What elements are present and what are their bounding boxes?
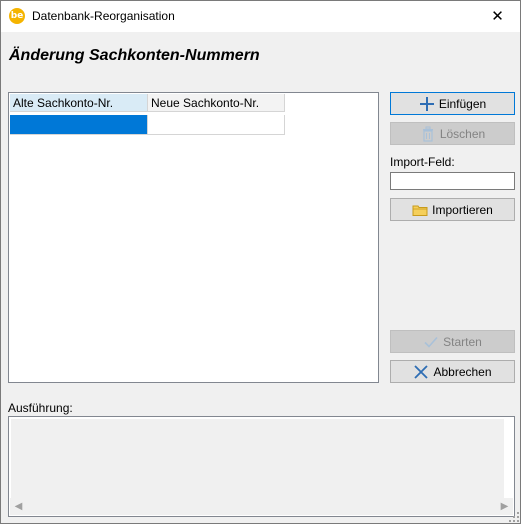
window-title: Datenbank-Reorganisation (32, 9, 175, 23)
account-mapping-grid[interactable]: Alte Sachkonto-Nr. Neue Sachkonto-Nr. (8, 92, 379, 383)
scroll-left-icon[interactable]: ◀ (10, 498, 27, 515)
cancel-button-label: Abbrechen (433, 364, 492, 379)
plus-icon (419, 96, 434, 111)
dialog-window: be Datenbank-Reorganisation ✕ Änderung S… (0, 0, 521, 524)
cancel-button[interactable]: Abbrechen (390, 360, 515, 383)
horizontal-scrollbar[interactable]: ◀ ▶ (10, 498, 513, 515)
trash-icon (422, 126, 433, 142)
x-icon (414, 364, 429, 379)
cell-new-account[interactable] (148, 115, 285, 135)
execution-output-text (11, 419, 504, 499)
delete-button-label: Löschen (439, 126, 486, 141)
start-button-label: Starten (443, 334, 482, 349)
import-field-input[interactable] (390, 172, 515, 190)
close-button[interactable]: ✕ (475, 1, 520, 32)
title-bar: be Datenbank-Reorganisation ✕ (1, 1, 520, 32)
app-logo-icon: be (9, 8, 25, 24)
delete-button[interactable]: Löschen (390, 122, 515, 145)
cell-old-account[interactable] (10, 115, 148, 135)
import-button[interactable]: Importieren (390, 198, 515, 221)
execution-label: Ausführung: (8, 401, 73, 415)
column-header-new-account[interactable]: Neue Sachkonto-Nr. (148, 94, 285, 112)
checkmark-icon (424, 336, 438, 348)
grid-header: Alte Sachkonto-Nr. Neue Sachkonto-Nr. (10, 94, 285, 112)
execution-output[interactable]: ◀ ▶ (8, 416, 515, 517)
insert-button[interactable]: Einfügen (390, 92, 515, 115)
import-button-label: Importieren (432, 202, 493, 217)
folder-icon (412, 205, 428, 216)
column-header-old-account[interactable]: Alte Sachkonto-Nr. (10, 94, 148, 112)
start-button[interactable]: Starten (390, 330, 515, 353)
table-row[interactable] (10, 115, 285, 135)
resize-grip-icon[interactable] (509, 512, 519, 522)
import-field-label: Import-Feld: (390, 155, 455, 169)
insert-button-label: Einfügen (438, 96, 487, 111)
page-title: Änderung Sachkonten-Nummern (9, 47, 260, 64)
